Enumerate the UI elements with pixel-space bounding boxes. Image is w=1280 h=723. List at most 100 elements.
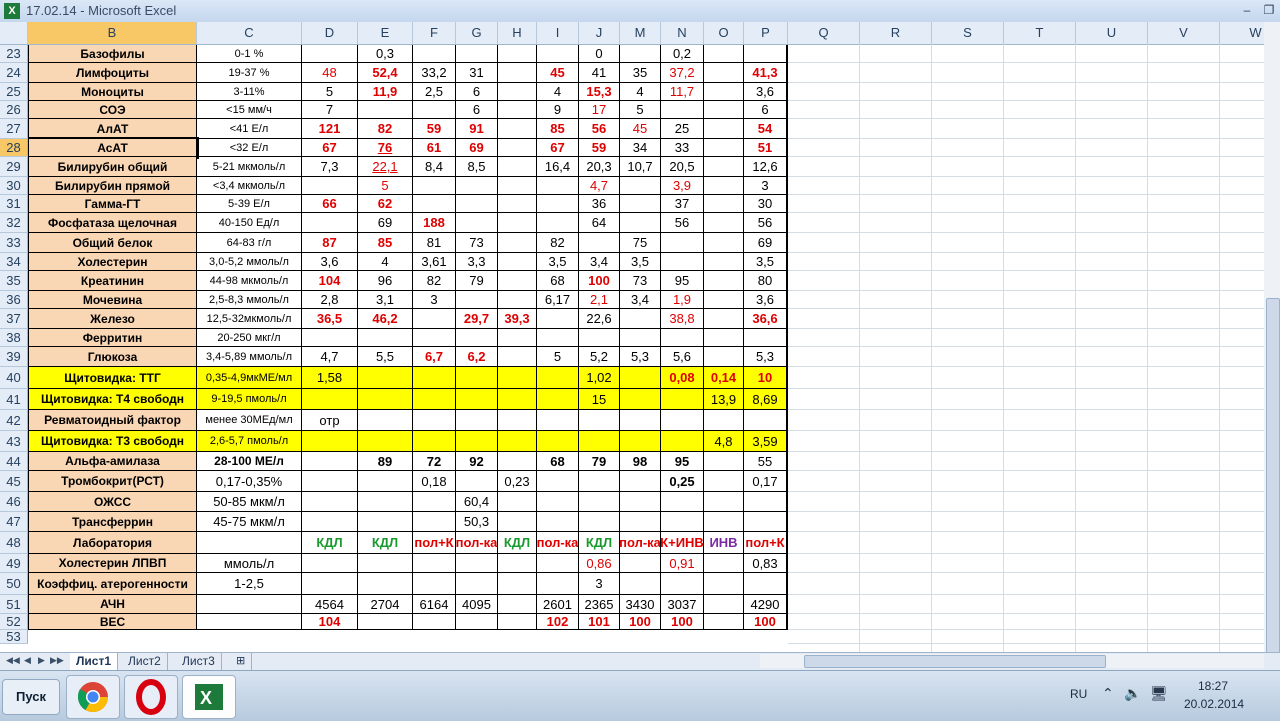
value-cell-d-43[interactable]: [358, 431, 413, 452]
column-header-u[interactable]: U: [1076, 22, 1148, 44]
row-header-27[interactable]: 27: [0, 119, 28, 139]
value-cell-j-38[interactable]: [620, 329, 661, 347]
row-header-43[interactable]: 43: [0, 431, 28, 452]
column-header-r[interactable]: R: [860, 22, 932, 44]
value-cell-i-33[interactable]: [579, 233, 620, 253]
value-cell-d-44[interactable]: 89: [358, 452, 413, 471]
row-header-34[interactable]: 34: [0, 253, 28, 271]
column-header-f[interactable]: F: [413, 22, 456, 44]
value-cell-n-36[interactable]: [704, 291, 744, 309]
value-cell-f-26[interactable]: 6: [456, 101, 498, 119]
row-header-44[interactable]: 44: [0, 452, 28, 471]
value-cell-d-27[interactable]: 82: [358, 119, 413, 139]
reference-range-cell[interactable]: 64-83 г/л: [197, 233, 302, 253]
row-header-31[interactable]: 31: [0, 195, 28, 213]
value-cell-g-32[interactable]: [498, 213, 537, 233]
value-cell-n-34[interactable]: [704, 253, 744, 271]
value-cell-i-52[interactable]: 101: [579, 614, 620, 630]
value-cell-g-39[interactable]: [498, 347, 537, 367]
value-cell-d-29[interactable]: 22,1: [358, 157, 413, 177]
value-cell-c-44[interactable]: [302, 452, 358, 471]
column-header-e[interactable]: E: [358, 22, 413, 44]
value-cell-o-45[interactable]: 0,17: [744, 471, 788, 492]
value-cell-g-34[interactable]: [498, 253, 537, 271]
value-cell-e-38[interactable]: [413, 329, 456, 347]
reference-range-cell[interactable]: 44-98 мкмоль/л: [197, 271, 302, 291]
value-cell-g-36[interactable]: [498, 291, 537, 309]
row-label-cell[interactable]: СОЭ: [28, 101, 197, 119]
value-cell-g-31[interactable]: [498, 195, 537, 213]
value-cell-c-38[interactable]: [302, 329, 358, 347]
value-cell-f-41[interactable]: [456, 389, 498, 410]
last-sheet-icon[interactable]: ▶▶: [50, 655, 64, 666]
tab-sheet-1[interactable]: Лист1: [70, 653, 119, 670]
value-cell-h-45[interactable]: [537, 471, 579, 492]
value-cell-m-30[interactable]: 3,9: [661, 177, 704, 195]
value-cell-e-50[interactable]: [413, 573, 456, 595]
value-cell-n-33[interactable]: [704, 233, 744, 253]
value-cell-e-30[interactable]: [413, 177, 456, 195]
value-cell-i-26[interactable]: 17: [579, 101, 620, 119]
reference-range-cell[interactable]: <41 Е/л: [197, 119, 302, 139]
value-cell-g-28[interactable]: [498, 139, 537, 157]
value-cell-h-51[interactable]: 2601: [537, 595, 579, 614]
reference-range-cell[interactable]: менее 30МЕд/мл: [197, 410, 302, 431]
row-header-53[interactable]: 53: [0, 630, 28, 644]
value-cell-e-44[interactable]: 72: [413, 452, 456, 471]
value-cell-c-42[interactable]: отр: [302, 410, 358, 431]
value-cell-m-49[interactable]: 0,91: [661, 554, 704, 573]
row-header-37[interactable]: 37: [0, 309, 28, 329]
row-label-cell[interactable]: АлАТ: [28, 119, 197, 139]
value-cell-c-35[interactable]: 104: [302, 271, 358, 291]
value-cell-i-51[interactable]: 2365: [579, 595, 620, 614]
value-cell-o-47[interactable]: [744, 512, 788, 532]
value-cell-g-37[interactable]: 39,3: [498, 309, 537, 329]
value-cell-e-33[interactable]: 81: [413, 233, 456, 253]
value-cell-o-42[interactable]: [744, 410, 788, 431]
value-cell-e-45[interactable]: 0,18: [413, 471, 456, 492]
value-cell-i-43[interactable]: [579, 431, 620, 452]
value-cell-g-27[interactable]: [498, 119, 537, 139]
value-cell-g-30[interactable]: [498, 177, 537, 195]
value-cell-i-35[interactable]: 100: [579, 271, 620, 291]
row-label-cell[interactable]: Щитовидка: Т4 свободн: [28, 389, 197, 410]
value-cell-f-33[interactable]: 73: [456, 233, 498, 253]
value-cell-o-27[interactable]: 54: [744, 119, 788, 139]
value-cell-e-37[interactable]: [413, 309, 456, 329]
value-cell-f-42[interactable]: [456, 410, 498, 431]
value-cell-n-39[interactable]: [704, 347, 744, 367]
row-label-cell[interactable]: ОЖСС: [28, 492, 197, 512]
value-cell-h-30[interactable]: [537, 177, 579, 195]
row-header-23[interactable]: 23: [0, 45, 28, 63]
value-cell-f-29[interactable]: 8,5: [456, 157, 498, 177]
value-cell-e-41[interactable]: [413, 389, 456, 410]
reference-range-cell[interactable]: 50-85 мкм/л: [197, 492, 302, 512]
value-cell-o-38[interactable]: [744, 329, 788, 347]
value-cell-n-35[interactable]: [704, 271, 744, 291]
value-cell-h-31[interactable]: [537, 195, 579, 213]
row-label-cell[interactable]: Моноциты: [28, 83, 197, 101]
value-cell-j-25[interactable]: 4: [620, 83, 661, 101]
value-cell-d-42[interactable]: [358, 410, 413, 431]
column-header-p[interactable]: P: [744, 22, 788, 44]
value-cell-d-24[interactable]: 52,4: [358, 63, 413, 83]
value-cell-o-32[interactable]: 56: [744, 213, 788, 233]
value-cell-e-49[interactable]: [413, 554, 456, 573]
value-cell-i-29[interactable]: 20,3: [579, 157, 620, 177]
reference-range-cell[interactable]: 0-1 %: [197, 45, 302, 63]
value-cell-e-48[interactable]: пол+К: [413, 532, 456, 554]
reference-range-cell[interactable]: 1-2,5: [197, 573, 302, 595]
row-header-28[interactable]: 28: [0, 139, 28, 157]
value-cell-i-30[interactable]: 4,7: [579, 177, 620, 195]
row-header-48[interactable]: 48: [0, 532, 28, 554]
value-cell-h-33[interactable]: 82: [537, 233, 579, 253]
column-header-o[interactable]: O: [704, 22, 744, 44]
value-cell-c-45[interactable]: [302, 471, 358, 492]
value-cell-m-28[interactable]: 33: [661, 139, 704, 157]
value-cell-d-45[interactable]: [358, 471, 413, 492]
column-header-g[interactable]: G: [456, 22, 498, 44]
row-header-30[interactable]: 30: [0, 177, 28, 195]
row-header-50[interactable]: 50: [0, 573, 28, 595]
value-cell-m-51[interactable]: 3037: [661, 595, 704, 614]
column-header-i[interactable]: I: [537, 22, 579, 44]
